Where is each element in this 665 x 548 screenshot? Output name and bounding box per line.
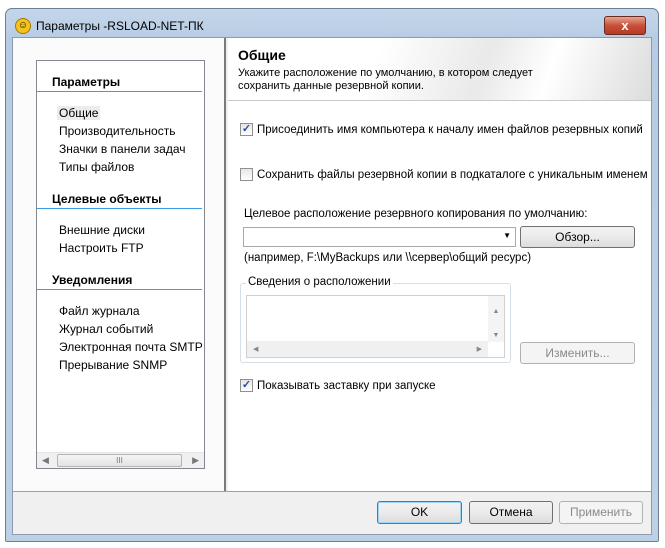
group-label: Сведения о расположении — [246, 276, 393, 288]
sidebar-item-event-log[interactable]: Журнал событий — [59, 322, 153, 336]
page-description: Укажите расположение по умолчанию, в кот… — [238, 67, 533, 92]
location-details-textarea[interactable]: ▲ ▼ ◀ ▶ — [246, 295, 505, 358]
default-location-combobox[interactable]: ▼ — [243, 227, 516, 247]
panel-header: Общие Укажите расположение по умолчанию,… — [228, 38, 651, 101]
sidebar-item-tray-icons[interactable]: Значки в панели задач — [59, 142, 186, 156]
sidebar-item-external-drives[interactable]: Внешние диски — [59, 223, 145, 237]
show-splash-checkbox[interactable]: ✓ Показывать заставку при запуске — [240, 379, 436, 392]
cancel-button[interactable]: Отмена — [469, 501, 553, 524]
sidebar-item-general[interactable]: Общие — [57, 106, 101, 120]
unique-subfolder-checkbox[interactable]: Сохранить файлы резервной копии в подкат… — [240, 168, 648, 181]
settings-window: ☺ Параметры -RSLOAD-NET-ПК x Параметры О… — [5, 8, 659, 542]
scroll-left-icon[interactable]: ◀ — [42, 455, 49, 466]
checkbox-checked-icon[interactable]: ✓ — [240, 123, 253, 136]
section-title: Целевые объекты — [52, 192, 162, 206]
sidebar-item-smtp[interactable]: Электронная почта SMTP — [59, 340, 203, 354]
scroll-thumb[interactable]: III — [57, 454, 182, 467]
page-title: Общие — [238, 47, 286, 63]
apply-button[interactable]: Применить — [559, 501, 643, 524]
sidebar-item-performance[interactable]: Производительность — [59, 124, 175, 138]
sidebar: Параметры Общие Производительность Значк… — [13, 38, 226, 491]
change-button[interactable]: Изменить... — [520, 342, 635, 364]
chevron-down-icon[interactable]: ▼ — [503, 231, 511, 240]
client-area: Параметры Общие Производительность Значк… — [12, 37, 652, 535]
location-details-group: Сведения о расположении ▲ ▼ ◀ ▶ — [240, 276, 511, 363]
scroll-right-icon[interactable]: ▶ — [192, 455, 199, 466]
divider — [37, 208, 202, 209]
sidebar-item-log-file[interactable]: Файл журнала — [59, 304, 140, 318]
checkbox-checked-icon[interactable]: ✓ — [240, 379, 253, 392]
button-bar: OK Отмена Применить — [13, 491, 651, 534]
divider — [37, 91, 202, 92]
checkbox-label: Сохранить файлы резервной копии в подкат… — [257, 168, 648, 181]
horizontal-scrollbar[interactable]: ◀ III ▶ — [37, 452, 204, 468]
sidebar-item-ftp[interactable]: Настроить FTP — [59, 241, 144, 255]
checkbox-label: Присоединить имя компьютера к началу име… — [257, 123, 643, 136]
app-icon: ☺ — [15, 18, 31, 34]
location-hint: (например, F:\MyBackups или \\сервер\общ… — [244, 252, 532, 264]
ok-button[interactable]: OK — [377, 501, 462, 524]
checkbox-label: Показывать заставку при запуске — [257, 379, 436, 392]
section-title: Уведомления — [52, 273, 133, 287]
checkbox-unchecked-icon[interactable] — [240, 168, 253, 181]
window-title: Параметры -RSLOAD-NET-ПК — [36, 19, 204, 33]
browse-button[interactable]: Обзор... — [520, 226, 635, 248]
section-title: Параметры — [52, 75, 121, 89]
horizontal-scrollbar[interactable]: ◀ ▶ — [247, 341, 488, 357]
category-list[interactable]: Параметры Общие Производительность Значк… — [36, 60, 205, 469]
close-button[interactable]: x — [604, 16, 646, 35]
divider — [37, 289, 202, 290]
content-panel: Общие Укажите расположение по умолчанию,… — [228, 38, 651, 491]
default-location-label: Целевое расположение резервного копирова… — [244, 208, 588, 220]
sidebar-item-snmp[interactable]: Прерывание SNMP — [59, 358, 167, 372]
prepend-computer-name-checkbox[interactable]: ✓ Присоединить имя компьютера к началу и… — [240, 123, 643, 136]
vertical-scrollbar[interactable]: ▲ ▼ — [488, 296, 504, 342]
sidebar-item-file-types[interactable]: Типы файлов — [59, 160, 134, 174]
